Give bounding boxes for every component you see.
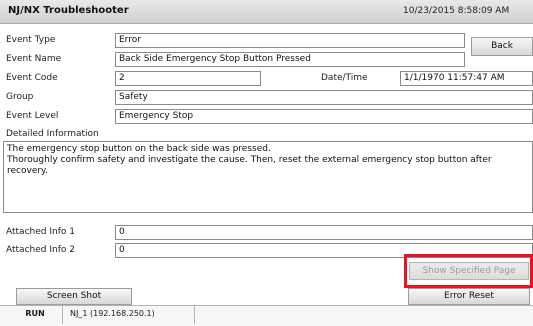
controller-connection: NJ_1 (192.168.250.1)	[65, 305, 195, 324]
attached-info-1-field: 0	[115, 225, 533, 240]
event-level-field: Emergency Stop	[115, 109, 533, 124]
group-field: Safety	[115, 90, 533, 105]
event-code-field: 2	[115, 71, 261, 86]
date-time-field: 1/1/1970 11:57:47 AM	[400, 71, 533, 86]
event-level-label: Event Level	[6, 111, 59, 121]
error-reset-button[interactable]: Error Reset	[408, 288, 530, 305]
attached-info-2-label: Attached Info 2	[6, 245, 75, 255]
event-type-label: Event Type	[6, 35, 56, 45]
attached-info-1-label: Attached Info 1	[6, 227, 75, 237]
back-button[interactable]: Back	[471, 37, 533, 56]
detailed-information-box: The emergency stop button on the back si…	[3, 141, 533, 213]
date-time-label: Date/Time	[321, 73, 368, 83]
event-type-field: Error	[115, 33, 465, 48]
detailed-information-line-1: The emergency stop button on the back si…	[7, 144, 271, 154]
show-specified-page-button[interactable]: Show Specified Page	[409, 262, 529, 280]
event-name-label: Event Name	[6, 54, 62, 64]
detailed-information-label: Detailed Information	[6, 129, 99, 139]
event-name-field: Back Side Emergency Stop Button Pressed	[115, 52, 465, 67]
window-title: NJ/NX Troubleshooter	[8, 5, 129, 16]
run-mode-indicator: RUN	[8, 305, 63, 324]
detailed-information-line-2: Thoroughly confirm safety and investigat…	[7, 155, 492, 176]
window-datetime: 10/23/2015 8:58:09 AM	[403, 6, 510, 16]
group-label: Group	[6, 92, 34, 102]
screen-shot-button[interactable]: Screen Shot	[16, 288, 132, 305]
event-code-label: Event Code	[6, 73, 58, 83]
